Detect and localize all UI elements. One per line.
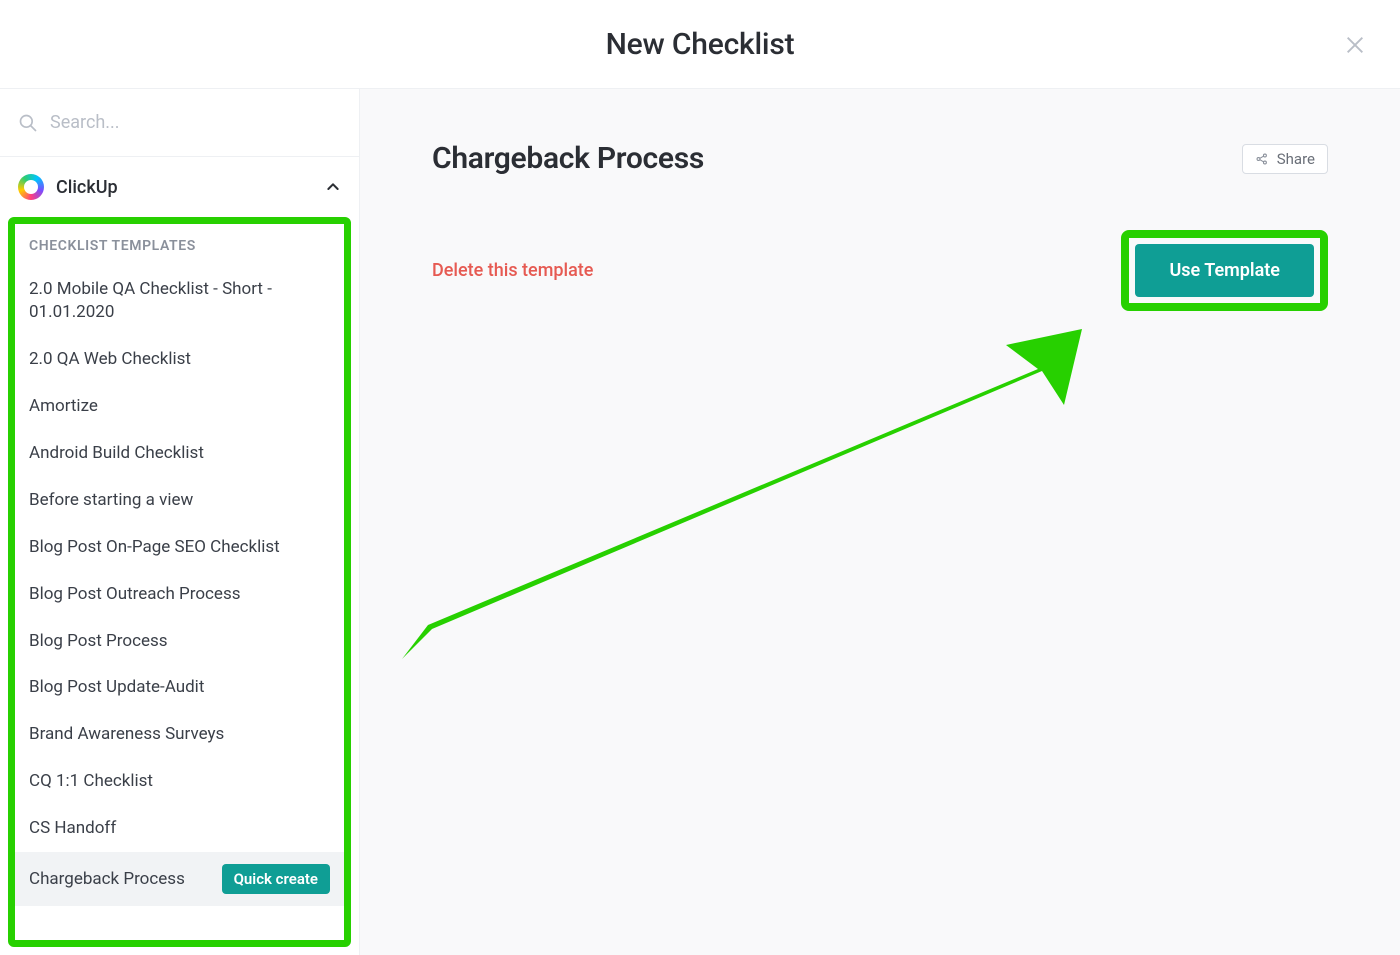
template-item-label: 2.0 Mobile QA Checklist - Short - 01.01.… <box>29 278 330 324</box>
template-item-label: 2.0 QA Web Checklist <box>29 348 330 371</box>
search-row <box>0 89 359 157</box>
close-icon <box>1344 34 1366 56</box>
template-item[interactable]: Chargeback Process Quick create <box>15 852 344 906</box>
template-item-label: Chargeback Process <box>29 868 214 891</box>
chevron-up-icon <box>325 179 341 195</box>
sidebar: ClickUp CHECKLIST TEMPLATES 2.0 Mobile Q… <box>0 89 360 955</box>
template-item[interactable]: 2.0 Mobile QA Checklist - Short - 01.01.… <box>15 266 344 336</box>
search-icon <box>18 113 38 133</box>
template-item[interactable]: Brand Awareness Surveys <box>15 711 344 758</box>
modal-title: New Checklist <box>606 27 795 62</box>
use-template-button[interactable]: Use Template <box>1135 244 1314 297</box>
share-icon <box>1255 152 1269 166</box>
templates-heading: CHECKLIST TEMPLATES <box>15 230 344 266</box>
template-item-label: Before starting a view <box>29 489 330 512</box>
search-input[interactable] <box>50 112 341 133</box>
delete-template-link[interactable]: Delete this template <box>432 260 593 281</box>
template-item[interactable]: Android Build Checklist <box>15 430 344 477</box>
template-item[interactable]: Blog Post On-Page SEO Checklist <box>15 524 344 571</box>
use-template-highlight-box: Use Template <box>1121 230 1328 311</box>
template-item-label: CQ 1:1 Checklist <box>29 770 330 793</box>
template-item-label: Blog Post Outreach Process <box>29 583 330 606</box>
template-item[interactable]: CS Handoff <box>15 805 344 852</box>
template-item[interactable]: Blog Post Update-Audit <box>15 664 344 711</box>
close-button[interactable] <box>1335 25 1375 65</box>
quick-create-button[interactable]: Quick create <box>222 864 330 894</box>
template-item[interactable]: Before starting a view <box>15 477 344 524</box>
page-head: Chargeback Process Share <box>432 141 1328 176</box>
template-item-label: Blog Post Update-Audit <box>29 676 330 699</box>
page-title: Chargeback Process <box>432 141 704 176</box>
workspace-toggle[interactable]: ClickUp <box>0 157 359 217</box>
template-item[interactable]: Amortize <box>15 383 344 430</box>
template-item-label: Android Build Checklist <box>29 442 330 465</box>
template-item-label: Blog Post On-Page SEO Checklist <box>29 536 330 559</box>
action-row: Delete this template Use Template <box>432 230 1328 311</box>
workspace-name: ClickUp <box>56 177 313 198</box>
template-item[interactable]: 2.0 QA Web Checklist <box>15 336 344 383</box>
clickup-logo-icon <box>18 174 44 200</box>
template-item-label: Amortize <box>29 395 330 418</box>
modal-header: New Checklist <box>0 0 1400 88</box>
template-item[interactable]: CQ 1:1 Checklist <box>15 758 344 805</box>
template-item-label: Brand Awareness Surveys <box>29 723 330 746</box>
modal-body: ClickUp CHECKLIST TEMPLATES 2.0 Mobile Q… <box>0 88 1400 955</box>
template-item-label: CS Handoff <box>29 817 330 840</box>
template-item[interactable]: Blog Post Process <box>15 618 344 665</box>
template-item[interactable]: Blog Post Outreach Process <box>15 571 344 618</box>
share-label: Share <box>1277 150 1315 168</box>
main-panel: Chargeback Process Share Delete this tem… <box>360 89 1400 955</box>
share-button[interactable]: Share <box>1242 144 1328 174</box>
templates-highlight-box: CHECKLIST TEMPLATES 2.0 Mobile QA Checkl… <box>8 217 351 947</box>
templates-list: 2.0 Mobile QA Checklist - Short - 01.01.… <box>15 266 344 906</box>
template-item-label: Blog Post Process <box>29 630 330 653</box>
